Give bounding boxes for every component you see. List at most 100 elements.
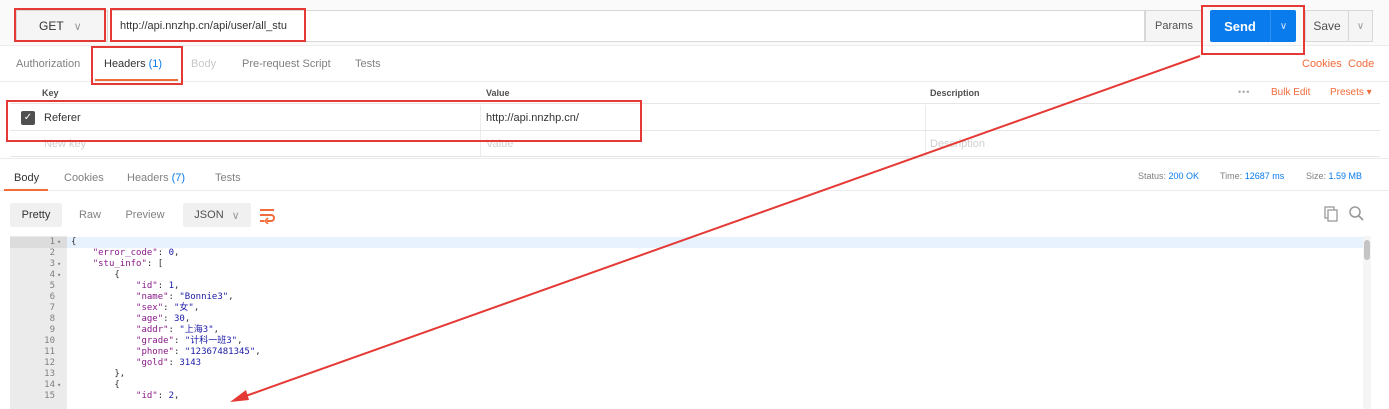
code-text: "sex": "女", xyxy=(136,303,200,313)
status-label: Status: xyxy=(1138,171,1167,181)
format-select[interactable]: JSON ∨ xyxy=(183,203,251,227)
response-body-editor[interactable]: 1 ▾{2 "error_code": 0, 3 ▾ "stu_info": [4 ▾ … xyxy=(10,236,1374,409)
line-number: 14 xyxy=(44,380,55,390)
code-line: 8 "age": 30, xyxy=(10,314,1370,325)
code-text: "phone": "12367481345", xyxy=(136,347,261,357)
line-number: 1 xyxy=(49,237,55,247)
format-select-label: JSON xyxy=(194,209,224,221)
code-line: 12 "gold": 3143 xyxy=(10,358,1370,369)
response-tab-headers[interactable]: Headers (7) xyxy=(127,172,185,184)
status-readout: Status: 200 OK xyxy=(1138,171,1199,181)
code-line: 5 "id": 1, xyxy=(10,281,1370,292)
annotation-box-headers-tab xyxy=(91,46,183,85)
column-header-description: Description xyxy=(930,88,980,98)
line-number: 11 xyxy=(44,347,55,357)
search-icon[interactable] xyxy=(1348,205,1364,221)
tab-body[interactable]: Body xyxy=(191,58,216,70)
size-value: 1.59 MB xyxy=(1328,171,1363,181)
fold-arrow-icon[interactable]: ▾ xyxy=(57,259,61,270)
tab-authorization[interactable]: Authorization xyxy=(16,58,80,70)
pretty-button[interactable]: Pretty xyxy=(10,203,62,227)
code-line: 15 "id": 2, xyxy=(10,391,1370,402)
new-description-input[interactable]: Description xyxy=(930,138,985,150)
line-number: 9 xyxy=(49,325,55,335)
code-link[interactable]: Code xyxy=(1348,58,1374,70)
bulk-edit-link[interactable]: Bulk Edit xyxy=(1271,87,1310,98)
line-number: 13 xyxy=(44,369,55,379)
column-divider xyxy=(925,105,926,130)
request-tabs: Authorization Headers (1) Body Pre-reque… xyxy=(0,46,1389,82)
scrollbar[interactable] xyxy=(1363,236,1371,409)
annotation-box-header-row xyxy=(6,100,642,142)
more-options-icon[interactable]: ••• xyxy=(1238,87,1250,97)
time-label: Time: xyxy=(1220,171,1243,181)
code-line: 4 ▾ { xyxy=(10,270,1370,281)
code-text: "grade": "计科一班3", xyxy=(136,336,243,346)
code-line: 11 "phone": "12367481345", xyxy=(10,347,1370,358)
presets-dropdown[interactable]: Presets ▾ xyxy=(1330,87,1372,98)
save-button[interactable]: Save xyxy=(1305,10,1349,42)
response-tabs: Body Cookies Headers (7) Tests Status: 2… xyxy=(0,159,1389,191)
code-line: 7 "sex": "女", xyxy=(10,303,1370,314)
line-number: 8 xyxy=(49,314,55,324)
chevron-down-icon: ∨ xyxy=(1356,20,1365,32)
line-number: 3 xyxy=(49,259,55,269)
code-line: 13 }, xyxy=(10,369,1370,380)
annotation-box-url xyxy=(110,8,306,42)
line-number: 10 xyxy=(44,336,55,346)
code-text: "age": 30, xyxy=(136,314,191,324)
response-tab-headers-label: Headers xyxy=(127,172,169,184)
preview-button[interactable]: Preview xyxy=(118,203,172,227)
params-button[interactable]: Params xyxy=(1145,10,1203,42)
fold-arrow-icon[interactable]: ▾ xyxy=(57,380,61,391)
postman-window: GET ∨ http://api.nnzhp.cn/api/user/all_s… xyxy=(0,0,1389,409)
column-header-key: Key xyxy=(42,88,59,98)
code-text: "name": "Bonnie3", xyxy=(136,292,234,302)
response-tab-headers-count: (7) xyxy=(171,172,186,184)
response-tab-body[interactable]: Body xyxy=(14,172,39,184)
code-text: "id": 1, xyxy=(136,281,180,291)
code-text: { xyxy=(71,380,120,390)
code-text: "id": 2, xyxy=(136,391,180,401)
code-text: { xyxy=(71,237,77,247)
line-number: 15 xyxy=(44,391,55,401)
line-number: 2 xyxy=(49,248,55,258)
raw-button[interactable]: Raw xyxy=(72,203,108,227)
fold-arrow-icon[interactable]: ▾ xyxy=(57,270,61,281)
save-dropdown-button[interactable]: ∨ xyxy=(1349,10,1373,42)
code-text: "stu_info": [ xyxy=(92,259,164,269)
column-header-value: Value xyxy=(486,88,510,98)
tab-prerequest-script[interactable]: Pre-request Script xyxy=(242,58,331,70)
fold-arrow-icon[interactable]: ▾ xyxy=(57,237,61,248)
code-text: }, xyxy=(71,369,126,379)
code-line: 6 "name": "Bonnie3", xyxy=(10,292,1370,303)
response-tab-cookies[interactable]: Cookies xyxy=(64,172,104,184)
time-value: 12687 ms xyxy=(1244,171,1285,181)
line-number: 4 xyxy=(49,270,55,280)
code-text: "gold": 3143 xyxy=(136,358,202,368)
code-line: 9 "addr": "上海3", xyxy=(10,325,1370,336)
line-number: 12 xyxy=(44,358,55,368)
code-line: 14 ▾ { xyxy=(10,380,1370,391)
code-line: 1 ▾ { xyxy=(10,237,1370,248)
line-number: 5 xyxy=(49,281,55,291)
code-line: 10 "grade": "计科一班3", xyxy=(10,336,1370,347)
time-readout: Time: 12687 ms xyxy=(1220,171,1284,181)
scrollbar-thumb[interactable] xyxy=(1364,240,1370,260)
code-text: "addr": "上海3", xyxy=(136,325,220,335)
copy-icon[interactable] xyxy=(1324,206,1338,222)
code-line: 2 "error_code": 0, xyxy=(10,248,1370,259)
wrap-lines-icon[interactable] xyxy=(258,206,276,224)
code-text: "error_code": 0, xyxy=(92,248,180,258)
size-label: Size: xyxy=(1306,171,1327,181)
line-number: 6 xyxy=(49,292,55,302)
chevron-down-icon: ∨ xyxy=(231,209,240,222)
annotation-box-method xyxy=(14,8,106,42)
line-number: 7 xyxy=(49,303,55,313)
response-tab-tests[interactable]: Tests xyxy=(215,172,241,184)
active-tab-indicator xyxy=(4,189,48,191)
cookies-link[interactable]: Cookies xyxy=(1302,58,1342,70)
tab-tests[interactable]: Tests xyxy=(355,58,381,70)
column-divider xyxy=(925,131,926,156)
code-line: 3 ▾ "stu_info": [ xyxy=(10,259,1370,270)
